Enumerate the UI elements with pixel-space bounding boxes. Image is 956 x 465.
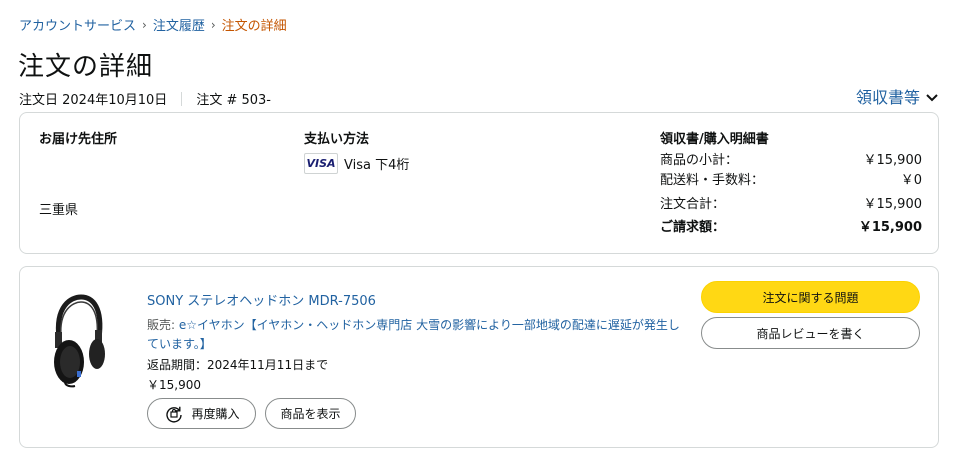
view-item-button[interactable]: 商品を表示 xyxy=(265,398,356,429)
item-seller: 販売: e☆イヤホン【イヤホン・ヘッドホン専門店 大雪の影響により一部地域の配達… xyxy=(147,316,687,354)
order-total-label: 注文合計： xyxy=(660,197,726,212)
order-issue-button[interactable]: 注文に関する問題 xyxy=(701,281,920,313)
seller-prefix: 販売: xyxy=(147,318,179,332)
breadcrumb-separator: › xyxy=(142,17,147,32)
page-title: 注文の詳細 xyxy=(18,52,154,82)
breadcrumb-account-service[interactable]: アカウントサービス xyxy=(19,15,136,34)
payment-method: 支払い方法 VISA Visa 下4桁 xyxy=(304,128,564,174)
breadcrumb: アカウントサービス › 注文履歴 › 注文の詳細 xyxy=(19,15,287,35)
shipping-address: お届け先住所 三重県 xyxy=(39,128,279,218)
write-review-label: 商品レビューを書く xyxy=(756,326,865,341)
shipping-prefecture: 三重県 xyxy=(39,203,79,218)
payment-row: VISA Visa 下4桁 xyxy=(304,153,564,174)
buy-again-button[interactable]: 再度購入 xyxy=(147,398,256,429)
shipping-fee-row: 配送料・手数料： ￥0 xyxy=(660,171,922,191)
item-info: SONY ステレオヘッドホン MDR-7506 販売: e☆イヤホン【イヤホン・… xyxy=(147,293,687,395)
item-title-link[interactable]: SONY ステレオヘッドホン MDR-7506 xyxy=(147,293,687,311)
shipping-fee-value: ￥0 xyxy=(900,173,922,188)
subtotal-label: 商品の小計： xyxy=(660,153,739,168)
payment-title: 支払い方法 xyxy=(304,132,370,147)
chevron-down-icon xyxy=(926,87,938,106)
visa-icon: VISA xyxy=(304,153,338,174)
buy-again-label: 再度購入 xyxy=(191,407,240,421)
breadcrumb-current: 注文の詳細 xyxy=(221,19,287,34)
seller-link[interactable]: e☆イヤホン【イヤホン・ヘッドホン専門店 大雪の影響により一部地域の配達に遅延が… xyxy=(147,318,680,351)
shipping-fee-label: 配送料・手数料： xyxy=(660,173,765,188)
receipts-dropdown[interactable]: 領収書等 xyxy=(856,84,938,108)
subtotal-row: 商品の小計： ￥15,900 xyxy=(660,151,922,171)
order-issue-label: 注文に関する問題 xyxy=(762,290,859,305)
order-item-card: SONY ステレオヘッドホン MDR-7506 販売: e☆イヤホン【イヤホン・… xyxy=(19,266,939,448)
write-review-button[interactable]: 商品レビューを書く xyxy=(701,317,920,349)
order-meta: 注文日 2024年10月10日 注文 # 503- xyxy=(19,89,271,108)
receipts-label: 領収書等 xyxy=(855,88,920,107)
headphones-image[interactable] xyxy=(51,294,107,388)
order-total-row: 注文合計： ￥15,900 xyxy=(660,195,922,215)
billing-total-value: ￥15,900 xyxy=(858,220,922,235)
subtotal-value: ￥15,900 xyxy=(863,153,923,168)
totals-title: 領収書/購入明細書 xyxy=(660,132,769,147)
view-item-label: 商品を表示 xyxy=(280,407,341,421)
billing-total-row: ご請求額： ￥15,900 xyxy=(660,218,922,238)
breadcrumb-order-history[interactable]: 注文履歴 xyxy=(153,15,205,34)
order-date: 注文日 2024年10月10日 xyxy=(19,93,168,108)
breadcrumb-separator: › xyxy=(210,17,216,32)
order-number: 注文 # 503- xyxy=(196,93,271,108)
meta-divider xyxy=(181,91,183,106)
order-summary-card: お届け先住所 三重県 支払い方法 VISA Visa 下4桁 領収書/購入明細書… xyxy=(19,112,939,254)
order-totals: 領収書/購入明細書 商品の小計： ￥15,900 配送料・手数料： ￥0 注文合… xyxy=(660,128,922,238)
item-price: ￥15,900 xyxy=(147,378,201,392)
return-period: 返品期間：2024年11月11日まで xyxy=(147,358,329,372)
billing-total-label: ご請求額： xyxy=(660,220,726,235)
order-total-value: ￥15,900 xyxy=(863,197,923,212)
shipping-title: お届け先住所 xyxy=(39,132,118,147)
payment-card-text: Visa 下4桁 xyxy=(344,158,410,173)
buy-again-icon xyxy=(163,403,185,425)
